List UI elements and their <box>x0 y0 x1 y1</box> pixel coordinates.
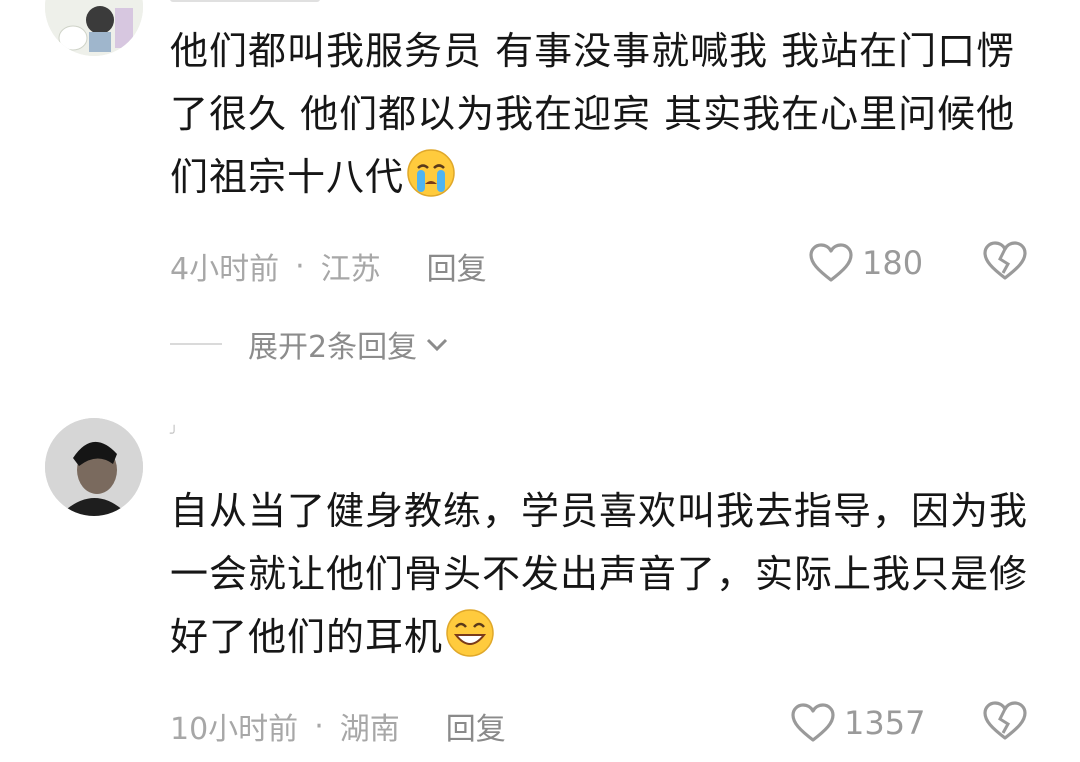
username-cropped[interactable]: ╯ <box>170 426 178 442</box>
like-count: 180 <box>862 244 924 282</box>
chevron-down-icon <box>427 338 448 352</box>
grinning-squinting-face-icon <box>446 609 494 657</box>
heart-outline-icon <box>809 243 853 282</box>
comment-time: 4小时前 <box>170 252 280 287</box>
like-button[interactable]: 180 <box>808 242 923 284</box>
loudly-crying-face-icon <box>407 149 455 197</box>
comment-meta: 10小时前 · 湖南 回复 <box>170 704 506 748</box>
expand-replies-label: 展开2条回复 <box>248 330 418 365</box>
reply-button[interactable]: 回复 <box>427 244 487 288</box>
comment-meta: 4小时前 · 江苏 回复 <box>170 244 487 288</box>
reply-button[interactable]: 回复 <box>446 704 506 748</box>
broken-heart-outline-icon <box>983 241 1027 280</box>
dislike-button[interactable] <box>982 240 1028 286</box>
expand-divider <box>170 343 222 345</box>
comment-time: 10小时前 <box>170 712 299 747</box>
broken-heart-outline-icon <box>983 701 1027 740</box>
comment-location: 湖南 <box>339 712 400 747</box>
dislike-button[interactable] <box>982 700 1028 746</box>
meta-separator: · <box>314 708 324 744</box>
like-button[interactable]: 1357 <box>790 702 925 744</box>
avatar-photo-icon <box>45 418 143 516</box>
expand-replies-button[interactable]: 展开2条回复 <box>170 322 451 366</box>
like-count: 1357 <box>844 704 926 742</box>
heart-outline-icon <box>791 703 835 742</box>
meta-separator: · <box>295 248 305 284</box>
username-cropped[interactable] <box>170 0 320 2</box>
avatar-illustration-icon <box>45 0 143 56</box>
comment-text: 自从当了健身教练，学员喜欢叫我去指导，因为我一会就让他们骨头不发出声音了，实际上… <box>170 489 1029 659</box>
comment-text: 他们都叫我服务员 有事没事就喊我 我站在门口愣了很久 他们都以为我在迎宾 其实我… <box>170 29 1016 199</box>
comment-location: 江苏 <box>320 252 381 287</box>
user-avatar[interactable] <box>45 0 143 56</box>
user-avatar[interactable] <box>45 418 143 516</box>
